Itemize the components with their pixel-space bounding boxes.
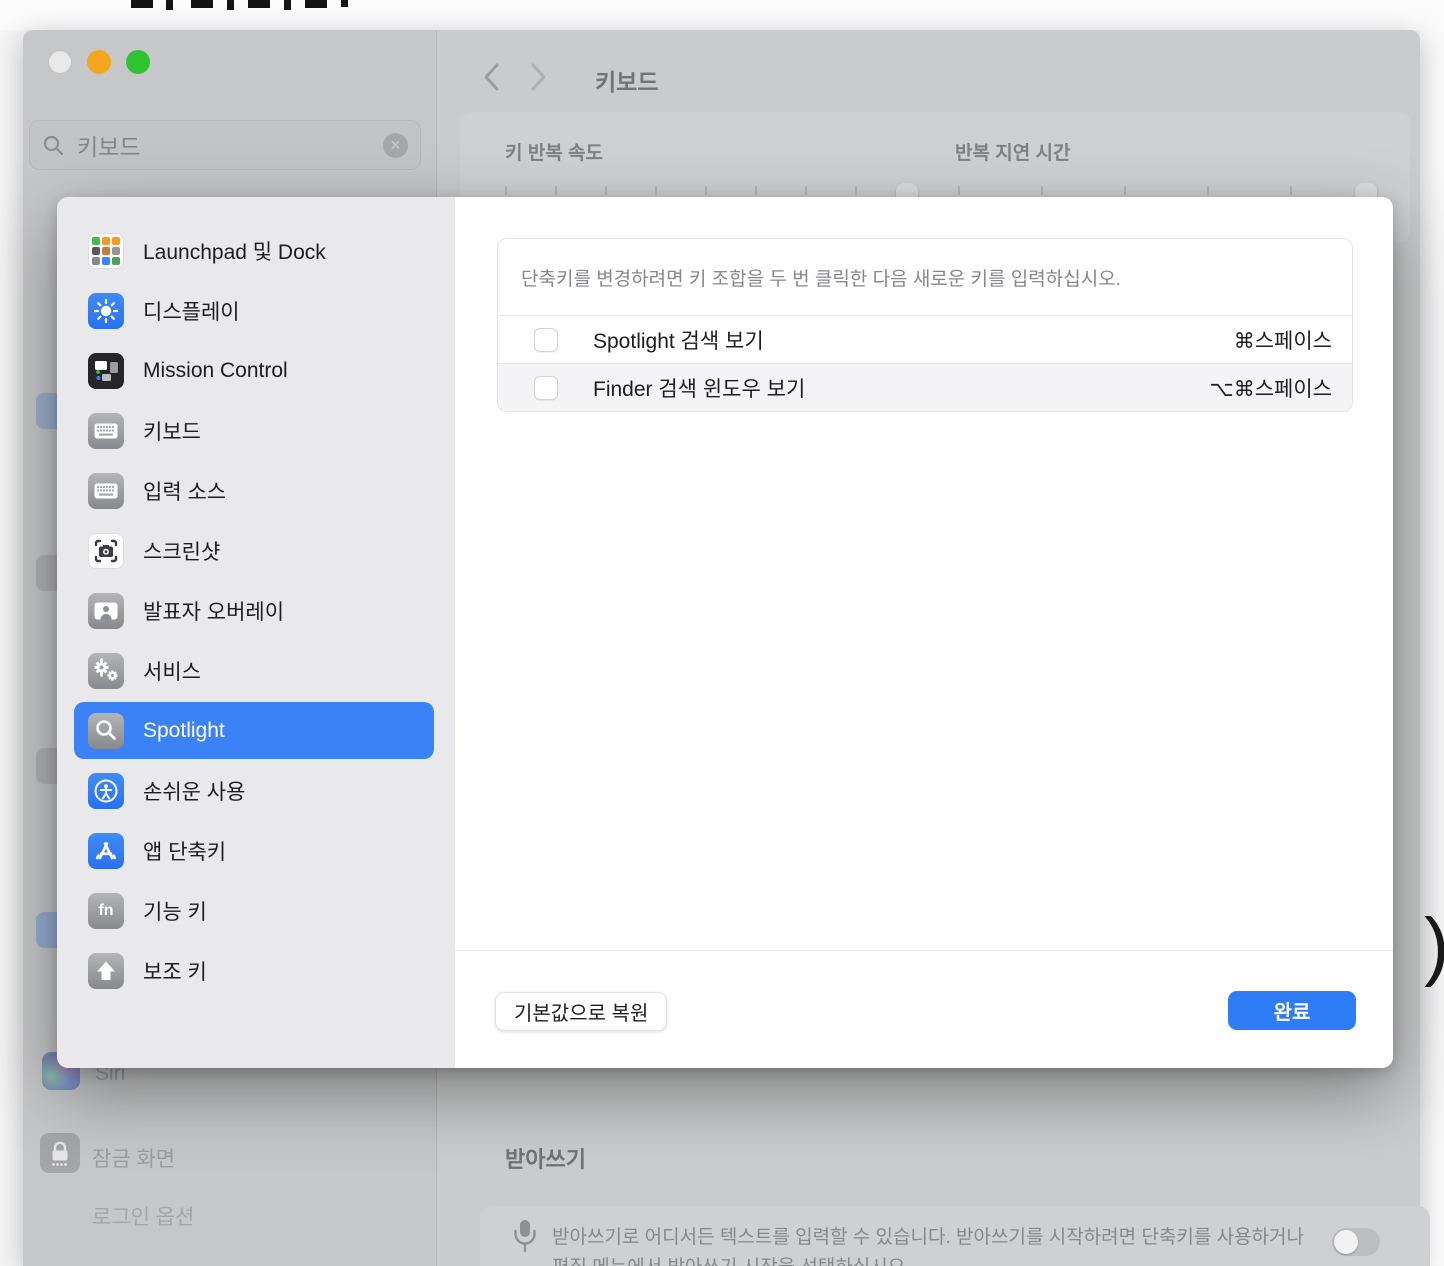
cutoff-glyph-fragment <box>191 0 213 8</box>
footer-divider <box>455 950 1393 951</box>
microphone-icon <box>512 1218 538 1260</box>
dictation-heading: 받아쓰기 <box>505 1142 586 1174</box>
sidebar-item-app-shortcuts[interactable]: 앱 단축키 <box>74 822 434 879</box>
forward-icon[interactable] <box>530 62 547 97</box>
page-title: 키보드 <box>595 63 658 97</box>
input-source-icon <box>88 473 124 509</box>
shortcut-label: Spotlight 검색 보기 <box>593 325 764 355</box>
done-button[interactable]: 완료 <box>1228 991 1356 1030</box>
sidebar-item-screenshot[interactable]: 스크린샷 <box>74 522 434 579</box>
cutoff-glyph-fragment <box>227 0 234 10</box>
sidebar-item-launchpad-dock[interactable]: Launchpad 및 Dock <box>74 222 434 279</box>
lock-icon <box>40 1133 80 1173</box>
restore-defaults-button[interactable]: 기본값으로 복원 <box>495 992 667 1031</box>
search-icon <box>42 134 65 157</box>
shortcuts-panel: 단축키를 변경하려면 키 조합을 두 번 클릭한 다음 새로운 키를 입력하십시… <box>455 197 1393 1068</box>
shortcut-label: Finder 검색 윈도우 보기 <box>593 373 805 403</box>
launchpad-icon <box>88 233 124 269</box>
search-input[interactable] <box>77 132 383 159</box>
sidebar-item-display[interactable]: 디스플레이 <box>74 282 434 339</box>
dictation-description-line1: 받아쓰기로 어디서든 텍스트를 입력할 수 있습니다. 받아쓰기를 시작하려면 … <box>552 1222 1304 1249</box>
close-button[interactable] <box>48 50 72 74</box>
cutoff-glyph-fragment <box>248 0 270 8</box>
window-controls <box>48 50 150 74</box>
shortcut-key-combo[interactable]: ⌘스페이스 <box>1234 325 1332 355</box>
spotlight-search-checkbox[interactable] <box>534 328 558 352</box>
screenshot-icon <box>88 533 124 569</box>
cutoff-glyph-fragment <box>305 0 327 8</box>
dictation-description-line2: 편집 메뉴에서 받아쓰기 시작을 선택하십시오. <box>552 1252 911 1266</box>
finder-search-checkbox[interactable] <box>534 376 558 400</box>
slider-ticks <box>505 186 909 195</box>
slider-ticks <box>958 186 1378 195</box>
spotlight-icon <box>88 713 124 749</box>
desktop-right-strip <box>1420 0 1444 1266</box>
sidebar-item-services[interactable]: 서비스 <box>74 642 434 699</box>
clear-search-icon[interactable]: ✕ <box>383 133 408 158</box>
minimize-button[interactable] <box>87 50 111 74</box>
keyboard-icon <box>88 413 124 449</box>
shortcut-instruction: 단축키를 변경하려면 키 조합을 두 번 클릭한 다음 새로운 키를 입력하십시… <box>498 239 1352 315</box>
keyboard-shortcuts-sheet: Launchpad 및 Dock 디스플레이 <box>57 197 1393 1068</box>
shortcut-row-finder[interactable]: Finder 검색 윈도우 보기 ⌥⌘스페이스 <box>498 363 1352 411</box>
sidebar-item-modifier-keys[interactable]: 보조 키 <box>74 942 434 999</box>
function-keys-icon: fn <box>88 893 124 929</box>
cutoff-glyph-fragment <box>131 0 153 8</box>
settings-search-field[interactable]: ✕ <box>29 120 421 170</box>
sidebar-item-spotlight[interactable]: Spotlight <box>74 702 434 759</box>
repeat-delay-label: 반복 지연 시간 <box>955 138 1070 165</box>
sidebar-item-login-options[interactable]: 로그인 옵션 <box>92 1201 194 1231</box>
desktop-top-strip <box>0 0 1444 30</box>
modifier-keys-icon <box>88 953 124 989</box>
dictation-card: 받아쓰기로 어디서든 텍스트를 입력할 수 있습니다. 받아쓰기를 시작하려면 … <box>480 1206 1430 1266</box>
zoom-button[interactable] <box>126 50 150 74</box>
display-icon <box>88 293 124 329</box>
back-icon[interactable] <box>483 62 500 97</box>
sidebar-item-presenter-overlay[interactable]: 발표자 오버레이 <box>74 582 434 639</box>
shortcut-row-spotlight[interactable]: Spotlight 검색 보기 ⌘스페이스 <box>498 315 1352 363</box>
shortcuts-sidebar: Launchpad 및 Dock 디스플레이 <box>57 197 455 1068</box>
cutoff-glyph-fragment <box>284 0 291 10</box>
sidebar-item-lock-screen[interactable]: 잠금 화면 <box>92 1143 175 1173</box>
shortcut-list-card: 단축키를 변경하려면 키 조합을 두 번 클릭한 다음 새로운 키를 입력하십시… <box>497 238 1353 412</box>
cutoff-glyph-fragment <box>341 0 348 7</box>
mission-control-icon <box>88 353 124 389</box>
accessibility-icon <box>88 773 124 809</box>
sidebar-item-mission-control[interactable]: Mission Control <box>74 342 434 399</box>
key-repeat-label: 키 반복 속도 <box>505 138 603 165</box>
app-shortcuts-icon <box>88 833 124 869</box>
shortcut-key-combo[interactable]: ⌥⌘스페이스 <box>1210 373 1332 403</box>
sidebar-item-function-keys[interactable]: fn 기능 키 <box>74 882 434 939</box>
background-text-artifact: ) <box>1424 902 1444 989</box>
cutoff-glyph-fragment <box>166 0 173 10</box>
toggle-knob <box>1334 1230 1358 1254</box>
sidebar-item-input-sources[interactable]: 입력 소스 <box>74 462 434 519</box>
dictation-toggle[interactable] <box>1332 1228 1380 1256</box>
services-icon <box>88 653 124 689</box>
sidebar-item-keyboard[interactable]: 키보드 <box>74 402 434 459</box>
presenter-overlay-icon <box>88 593 124 629</box>
sidebar-item-accessibility[interactable]: 손쉬운 사용 <box>74 762 434 819</box>
